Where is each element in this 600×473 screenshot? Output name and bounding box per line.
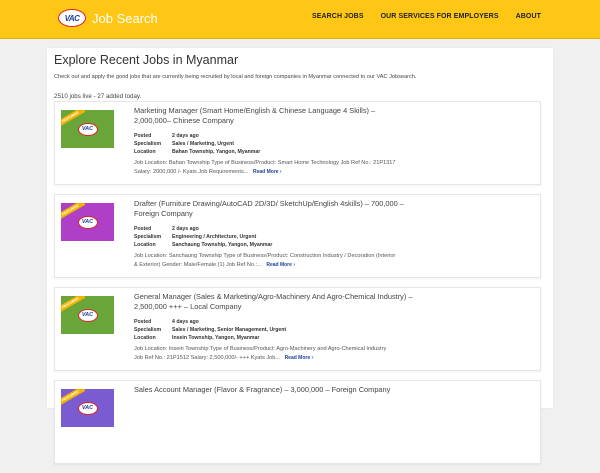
company-logo-icon: VAC: [77, 215, 98, 229]
job-description-text: Job Location: Sanchaung Township Type of…: [134, 253, 396, 268]
job-thumbnail[interactable]: FEATURED VAC: [61, 110, 114, 148]
job-title-link[interactable]: General Manager (Sales & Marketing/Agro-…: [134, 292, 414, 312]
job-meta: Posted 2 days ago Specialism Engineering /…: [134, 225, 272, 250]
company-logo-icon: VAC: [77, 308, 98, 322]
job-title-link[interactable]: Sales Account Manager (Flavor & Fragranc…: [134, 385, 414, 395]
job-description: Job Location: Insein Township Type of Bu…: [134, 345, 396, 362]
posted-value: 4 days ago: [172, 319, 199, 325]
nav-services-employers[interactable]: OUR SERVICES FOR EMPLOYERS: [381, 13, 499, 20]
job-card[interactable]: FEATURED VAC Sales Account Manager (Flav…: [54, 380, 541, 464]
job-title-link[interactable]: Marketing Manager (Smart Home/English & …: [134, 106, 414, 126]
posted-label: Posted: [134, 133, 152, 139]
read-more-link[interactable]: Read More ›: [285, 355, 314, 361]
specialism-value: Sales / Marketing, Senior Management, Ur…: [172, 327, 287, 334]
location-value: Bahan Township, Yangon, Myanmar: [172, 149, 261, 156]
specialism-label: Specialism: [134, 327, 162, 334]
posted-label: Posted: [134, 319, 152, 325]
job-description: Job Location: Sanchaung Township Type of…: [134, 252, 396, 269]
job-meta: Posted 4 days ago Specialism Sales / Marke…: [134, 318, 286, 343]
company-logo-icon: VAC: [77, 401, 98, 415]
job-description: Job Location: Bahan Township Type of Bus…: [134, 159, 396, 176]
job-card[interactable]: FEATURED VAC General Manager (Sales & Ma…: [54, 287, 541, 371]
specialism-label: Specialism: [134, 234, 162, 241]
job-description-text: Job Location: Insein Township Type of Bu…: [134, 346, 387, 361]
job-card[interactable]: FEATURED VAC Marketing Manager (Smart Ho…: [54, 101, 541, 185]
job-card[interactable]: FEATURED VAC Drafter (Furniture Drawing/…: [54, 194, 541, 278]
job-thumbnail[interactable]: FEATURED VAC: [61, 296, 114, 334]
intro-text: Check out and apply the good jobs that a…: [54, 74, 417, 80]
jobs-count: 2510 jobs live - 27 added today.: [54, 93, 142, 100]
job-thumbnail[interactable]: FEATURED VAC: [61, 203, 114, 241]
location-label: Location: [134, 242, 156, 249]
main-content: Explore Recent Jobs in Myanmar Check out…: [47, 48, 553, 464]
main-nav: SEARCH JOBS OUR SERVICES FOR EMPLOYERS A…: [312, 13, 541, 20]
site-header: VAC Job Search SEARCH JOBS OUR SERVICES …: [0, 0, 600, 39]
job-title-link[interactable]: Drafter (Furniture Drawing/AutoCAD 2D/3D…: [134, 199, 414, 219]
specialism-label: Specialism: [134, 141, 162, 148]
nav-search-jobs[interactable]: SEARCH JOBS: [312, 13, 364, 20]
company-logo-icon: VAC: [77, 122, 98, 136]
location-label: Location: [134, 335, 156, 342]
site-title[interactable]: Job Search: [92, 11, 158, 26]
page-title: Explore Recent Jobs in Myanmar: [54, 53, 239, 67]
location-value: Insein Township, Yangon, Myanmar: [172, 335, 260, 342]
job-list: FEATURED VAC Marketing Manager (Smart Ho…: [54, 101, 541, 473]
posted-value: 2 days ago: [172, 133, 199, 139]
posted-value: 2 days ago: [172, 226, 199, 232]
vac-logo-icon[interactable]: VAC: [58, 9, 86, 27]
specialism-value: Sales / Marketing, Urgent: [172, 141, 234, 148]
specialism-value: Engineering / Architecture, Urgent: [172, 234, 257, 241]
read-more-link[interactable]: Read More ›: [266, 262, 295, 268]
location-label: Location: [134, 149, 156, 156]
brand[interactable]: VAC Job Search: [58, 9, 158, 27]
job-meta: Posted 2 days ago Specialism Sales / Marke…: [134, 132, 260, 157]
nav-about[interactable]: ABOUT: [516, 13, 541, 20]
posted-label: Posted: [134, 226, 152, 232]
read-more-link[interactable]: Read More ›: [253, 169, 282, 175]
location-value: Sanchaung Township, Yangon, Myanmar: [172, 242, 273, 249]
job-thumbnail[interactable]: FEATURED VAC: [61, 389, 114, 427]
